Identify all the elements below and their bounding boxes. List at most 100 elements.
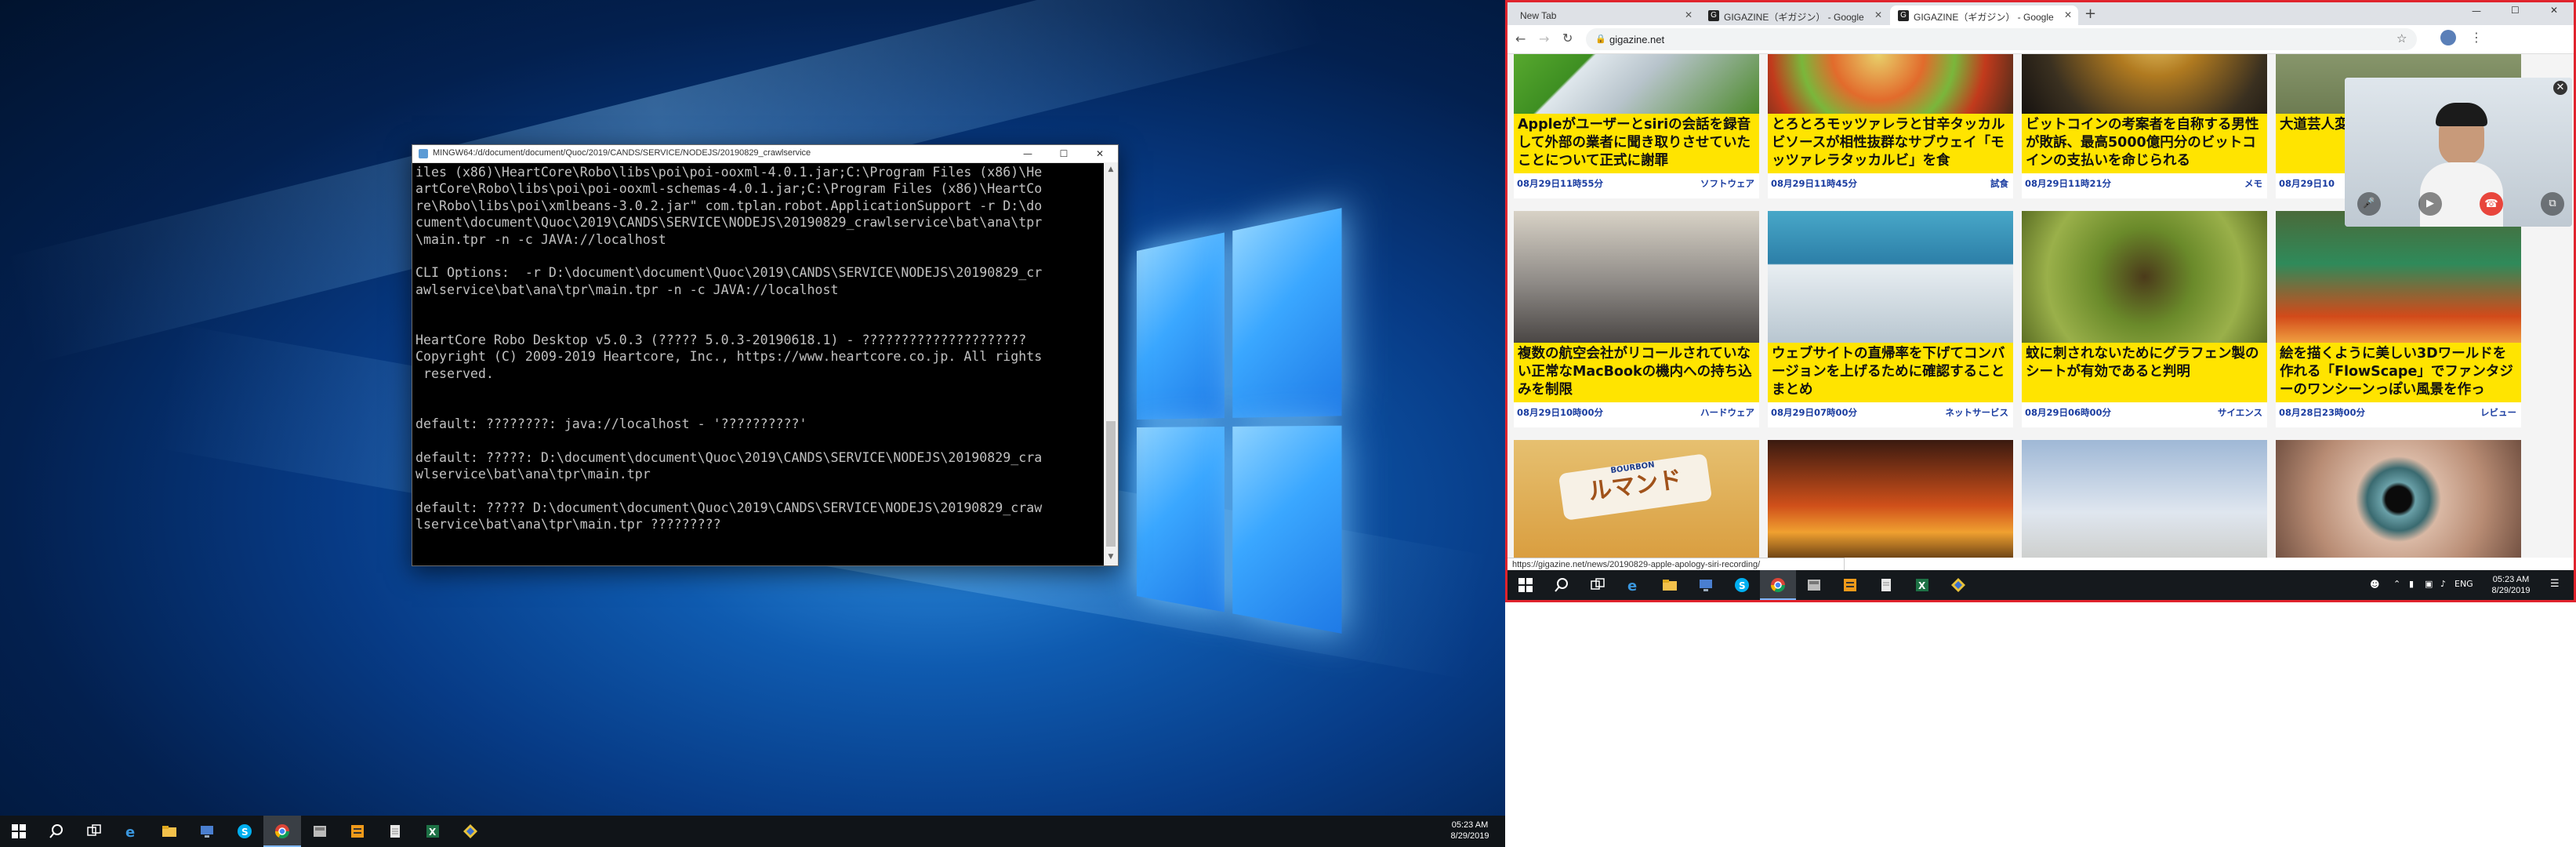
- windows-start-icon[interactable]: [0, 816, 38, 847]
- notification-icon[interactable]: ☰: [2550, 578, 2560, 590]
- close-icon[interactable]: ✕: [2064, 9, 2072, 20]
- tab-new-tab[interactable]: New Tab ✕: [1511, 5, 1699, 25]
- article-thumbnail[interactable]: [1768, 54, 2013, 114]
- chrome-icon[interactable]: [263, 816, 301, 847]
- article-card[interactable]: 複数の航空会社がリコールされていない正常なMacBookの機内への持ち込みを制限…: [1514, 211, 1759, 427]
- excel-icon[interactable]: X: [414, 816, 452, 847]
- article-card[interactable]: 絵を描くように美しい3Dワールドを作れる「FlowScape」でファンタジーのワ…: [2276, 211, 2521, 427]
- article-title[interactable]: ビットコインの考案者を自称する男性が敗訴、最高5000億円分のビットコインの支払…: [2022, 114, 2267, 173]
- article-thumbnail[interactable]: [2022, 211, 2267, 343]
- forward-icon[interactable]: →: [1539, 31, 1549, 46]
- taskbar-clock[interactable]: 05:23 AM 8/29/2019: [2487, 574, 2534, 596]
- article-thumbnail[interactable]: [2022, 54, 2267, 114]
- excel-icon[interactable]: X: [1904, 570, 1940, 600]
- reload-icon[interactable]: ↻: [1562, 31, 1573, 45]
- address-bar[interactable]: 🔒 gigazine.net ☆: [1586, 28, 2417, 50]
- edge-icon[interactable]: e: [1616, 570, 1652, 600]
- remote-desktop-icon[interactable]: [1688, 570, 1724, 600]
- people-icon[interactable]: ☻: [2370, 579, 2380, 590]
- search-icon[interactable]: [38, 816, 75, 847]
- task-view-icon[interactable]: [75, 816, 113, 847]
- bookmark-star-icon[interactable]: ☆: [2396, 31, 2407, 45]
- tab-gigazine[interactable]: G GIGAZINE（ギガジン） - Google ✕: [1700, 5, 1888, 25]
- article-thumbnail[interactable]: [1514, 54, 1759, 114]
- article-card[interactable]: [2276, 440, 2521, 558]
- task-view-icon[interactable]: [1580, 570, 1616, 600]
- app-diamond-icon[interactable]: [1940, 570, 1976, 600]
- app-icon[interactable]: [301, 816, 339, 847]
- article-card[interactable]: とろとろモッツァレラと甘辛タッカルビソースが相性抜群なサブウェイ「モッツァレラタ…: [1768, 54, 2013, 198]
- scroll-up-icon[interactable]: ▲: [1105, 165, 1116, 173]
- article-card[interactable]: 蚊に刺されないためにグラフェン製のシートが有効であると判明 08月29日06時00…: [2022, 211, 2267, 427]
- article-category[interactable]: メモ: [2244, 177, 2262, 190]
- article-thumbnail[interactable]: [1514, 211, 1759, 343]
- article-category[interactable]: レビュー: [2480, 406, 2516, 419]
- maximize-button[interactable]: ☐: [2511, 5, 2520, 16]
- article-category[interactable]: ネットサービス: [1946, 406, 2009, 419]
- camera-icon[interactable]: ▶: [2418, 192, 2442, 216]
- edge-icon[interactable]: e: [113, 816, 151, 847]
- notepad-icon[interactable]: [1868, 570, 1904, 600]
- article-thumbnail[interactable]: [1768, 211, 2013, 343]
- article-title[interactable]: ウェブサイトの直帰率を下げてコンバージョンを上げるために確認することまとめ: [1768, 343, 2013, 402]
- new-tab-button[interactable]: +: [2084, 5, 2096, 22]
- article-title[interactable]: 複数の航空会社がリコールされていない正常なMacBookの機内への持ち込みを制限: [1514, 343, 1759, 402]
- article-thumbnail[interactable]: [1768, 440, 2013, 558]
- skype-icon[interactable]: S: [226, 816, 263, 847]
- hang-up-icon[interactable]: ☎: [2480, 192, 2503, 216]
- chrome-icon[interactable]: [1760, 570, 1796, 600]
- file-explorer-icon[interactable]: [1652, 570, 1688, 600]
- search-icon[interactable]: [1544, 570, 1580, 600]
- terminal-scrollbar[interactable]: ▲ ▼: [1104, 162, 1118, 565]
- language-indicator[interactable]: ENG: [2454, 579, 2473, 589]
- close-icon[interactable]: ✕: [1685, 9, 1693, 20]
- battery-icon[interactable]: ▮: [2409, 579, 2414, 589]
- article-title[interactable]: 絵を描くように美しい3Dワールドを作れる「FlowScape」でファンタジーのワ…: [2276, 343, 2521, 402]
- volume-icon[interactable]: ♪: [2440, 579, 2446, 589]
- remote-desktop-icon[interactable]: [188, 816, 226, 847]
- terminal-titlebar[interactable]: MINGW64:/d/document/document/Quoc/2019/C…: [412, 145, 1118, 163]
- article-title[interactable]: とろとろモッツァレラと甘辛タッカルビソースが相性抜群なサブウェイ「モッツァレラタ…: [1768, 114, 2013, 173]
- article-card[interactable]: Appleがユーザーとsiriの会話を録音して外部の業者に聞き取りさせていたこと…: [1514, 54, 1759, 198]
- article-card[interactable]: [1768, 440, 2013, 558]
- app-icon[interactable]: [1796, 570, 1832, 600]
- article-thumbnail[interactable]: [2022, 440, 2267, 558]
- back-icon[interactable]: ←: [1515, 31, 1526, 46]
- minimize-button[interactable]: —: [2472, 5, 2481, 16]
- article-card[interactable]: [2022, 440, 2267, 558]
- close-icon[interactable]: ✕: [1874, 9, 1882, 20]
- minimize-button[interactable]: —: [1010, 145, 1046, 162]
- article-thumbnail[interactable]: [2276, 211, 2521, 343]
- url-text[interactable]: gigazine.net: [1609, 34, 1664, 45]
- video-call-overlay[interactable]: ✕ 🎤 ▶ ☎ ⧉: [2345, 78, 2572, 227]
- sublime-icon[interactable]: [339, 816, 376, 847]
- article-card[interactable]: ビットコインの考案者を自称する男性が敗訴、最高5000億円分のビットコインの支払…: [2022, 54, 2267, 198]
- notepad-icon[interactable]: [376, 816, 414, 847]
- article-category[interactable]: 試食: [1990, 177, 2008, 190]
- chevron-up-icon[interactable]: ⌃: [2393, 579, 2400, 589]
- article-category[interactable]: ハードウェア: [1700, 406, 1754, 419]
- close-button[interactable]: ✕: [2550, 5, 2558, 16]
- terminal-output[interactable]: iles (x86)\HeartCore\Robo\libs\poi\poi-o…: [415, 164, 1102, 561]
- maximize-button[interactable]: ☐: [1046, 145, 1082, 162]
- close-icon[interactable]: ✕: [2553, 81, 2567, 95]
- network-icon[interactable]: ▣: [2425, 579, 2433, 589]
- article-thumbnail[interactable]: BOURBON ルマンド: [1514, 440, 1759, 558]
- sublime-icon[interactable]: [1832, 570, 1868, 600]
- profile-avatar[interactable]: [2440, 30, 2456, 45]
- skype-icon[interactable]: S: [1724, 570, 1760, 600]
- scroll-down-icon[interactable]: ▼: [1105, 553, 1116, 561]
- file-explorer-icon[interactable]: [151, 816, 188, 847]
- microphone-icon[interactable]: 🎤: [2357, 192, 2381, 216]
- article-card[interactable]: ウェブサイトの直帰率を下げてコンバージョンを上げるために確認することまとめ 08月…: [1768, 211, 2013, 427]
- article-title[interactable]: 蚊に刺されないためにグラフェン製のシートが有効であると判明: [2022, 343, 2267, 402]
- tab-gigazine-active[interactable]: G GIGAZINE（ギガジン） - Google ✕: [1890, 5, 2078, 25]
- popout-icon[interactable]: ⧉: [2541, 192, 2564, 216]
- article-title[interactable]: Appleがユーザーとsiriの会話を録音して外部の業者に聞き取りさせていたこと…: [1514, 114, 1759, 173]
- terminal-window[interactable]: MINGW64:/d/document/document/Quoc/2019/C…: [412, 144, 1119, 566]
- menu-icon[interactable]: ⋮: [2470, 30, 2483, 45]
- article-card[interactable]: BOURBON ルマンド: [1514, 440, 1759, 558]
- article-category[interactable]: ソフトウェア: [1700, 177, 1754, 190]
- article-category[interactable]: サイエンス: [2218, 406, 2262, 419]
- windows-start-icon[interactable]: [1508, 570, 1544, 600]
